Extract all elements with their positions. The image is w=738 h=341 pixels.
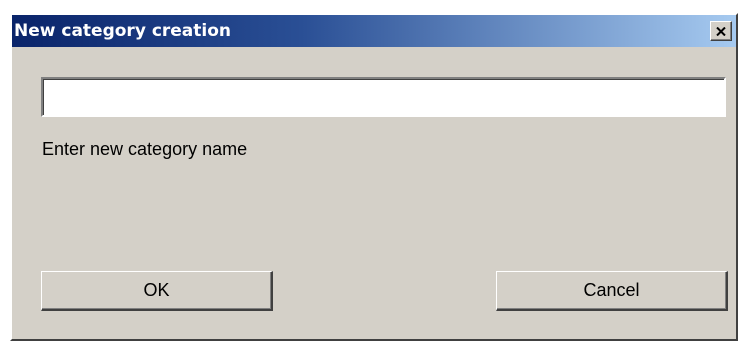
close-icon — [716, 26, 726, 36]
close-button[interactable] — [710, 21, 732, 41]
category-name-prompt: Enter new category name — [42, 139, 248, 159]
new-category-dialog: New category creation Enter new category… — [10, 13, 738, 341]
dialog-title: New category creation — [14, 21, 232, 41]
category-name-input[interactable] — [41, 77, 726, 117]
cancel-button[interactable]: Cancel — [496, 271, 728, 311]
ok-button[interactable]: OK — [41, 271, 273, 311]
dialog-titlebar[interactable]: New category creation — [12, 15, 736, 47]
